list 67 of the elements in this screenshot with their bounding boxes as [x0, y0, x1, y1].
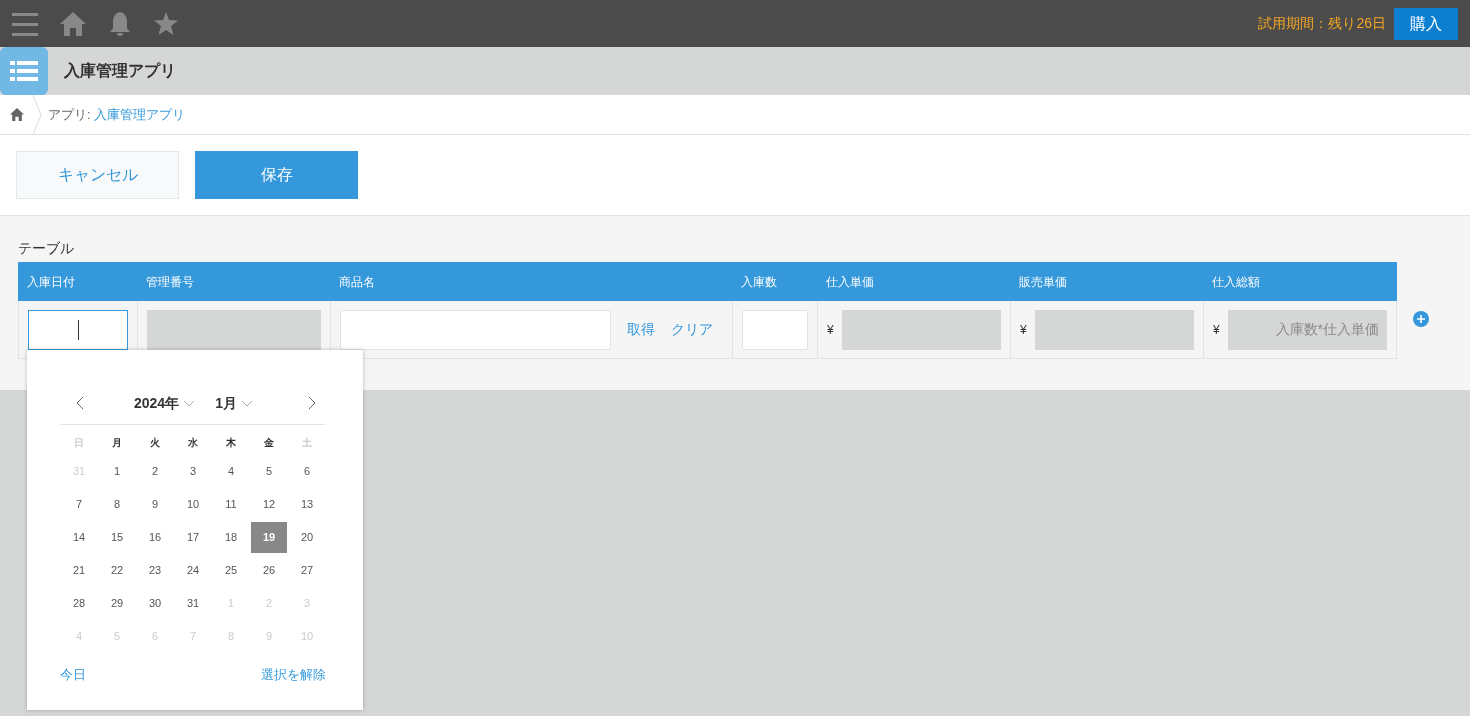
- calendar-day[interactable]: 21: [61, 555, 97, 586]
- calendar-day[interactable]: 11: [213, 489, 249, 520]
- weekday-label: 水: [187, 435, 199, 450]
- calendar-day[interactable]: 4: [213, 456, 249, 487]
- calendar-day[interactable]: 6: [289, 456, 325, 487]
- calendar-day[interactable]: 12: [251, 489, 287, 520]
- calendar-day[interactable]: 18: [213, 522, 249, 553]
- weekday-label: 火: [149, 435, 161, 450]
- home-icon[interactable]: [60, 11, 86, 36]
- bell-icon[interactable]: [108, 11, 132, 36]
- buy-button[interactable]: 購入: [1394, 7, 1458, 40]
- calendar-day[interactable]: 9: [137, 489, 173, 520]
- home-icon[interactable]: [10, 108, 24, 121]
- caret-icon: [183, 399, 196, 407]
- yen-sign: ¥: [1020, 321, 1027, 339]
- calendar-day[interactable]: 8: [99, 489, 135, 520]
- previous-month-icon[interactable]: [76, 396, 84, 410]
- yen-sign: ¥: [1213, 321, 1220, 339]
- calendar-day[interactable]: 29: [99, 588, 135, 619]
- star-icon[interactable]: [154, 12, 178, 35]
- calendar-day[interactable]: 27: [289, 555, 325, 586]
- calendar-day[interactable]: 13: [289, 489, 325, 520]
- calc-formula: 入庫数*仕入単価: [1275, 320, 1379, 339]
- column-header: 入庫日付: [26, 273, 76, 291]
- calendar-day[interactable]: 2: [137, 456, 173, 487]
- app-title: 入庫管理アプリ: [64, 61, 176, 81]
- date-input-field[interactable]: [28, 309, 128, 350]
- weekday-label: 金: [263, 435, 275, 450]
- calendar-day[interactable]: 5: [251, 456, 287, 487]
- menu-icon[interactable]: [12, 11, 38, 36]
- calendar-day[interactable]: 25: [213, 555, 249, 586]
- calendar-day[interactable]: 31: [175, 588, 211, 619]
- weekday-label: 月: [111, 435, 123, 450]
- calendar-day[interactable]: 14: [61, 522, 97, 553]
- column-header: 仕入総額: [1211, 273, 1261, 291]
- calendar-day[interactable]: 28: [61, 588, 97, 619]
- caret-icon: [240, 399, 253, 407]
- column-header: 仕入単価: [825, 273, 875, 291]
- column-header: 販売単価: [1018, 273, 1068, 291]
- quantity-field[interactable]: [742, 309, 808, 350]
- calendar-day[interactable]: 10: [175, 489, 211, 520]
- calendar-day[interactable]: 19: [251, 522, 287, 553]
- table-label: テーブル: [18, 239, 75, 258]
- column-header: 管理番号: [145, 273, 195, 291]
- calendar-day[interactable]: 20: [289, 522, 325, 553]
- product-name-field[interactable]: [340, 309, 611, 350]
- calendar-day[interactable]: 24: [175, 555, 211, 586]
- calendar-day[interactable]: 17: [175, 522, 211, 553]
- year-select[interactable]: 2024年: [134, 392, 196, 414]
- calendar-day[interactable]: 22: [99, 555, 135, 586]
- calendar-day[interactable]: 23: [137, 555, 173, 586]
- month-select[interactable]: 1月: [215, 392, 253, 414]
- calendar-day[interactable]: 3: [175, 456, 211, 487]
- trial-period: 試用期間：残り26日: [1258, 14, 1386, 33]
- add-row-icon[interactable]: [1413, 311, 1429, 327]
- calendar-day[interactable]: 26: [251, 555, 287, 586]
- calendar-day[interactable]: 15: [99, 522, 135, 553]
- next-month-icon[interactable]: [308, 396, 316, 410]
- weekday-label: 木: [225, 435, 237, 450]
- calendar-day[interactable]: 1: [99, 456, 135, 487]
- yen-sign: ¥: [827, 321, 834, 339]
- calendar-day[interactable]: 7: [61, 489, 97, 520]
- column-header: 商品名: [338, 273, 376, 291]
- column-header: 入庫数: [740, 273, 778, 291]
- breadcrumb-prefix: アプリ:: [48, 105, 92, 124]
- calendar-day[interactable]: 30: [137, 588, 173, 619]
- calendar-day[interactable]: 16: [137, 522, 173, 553]
